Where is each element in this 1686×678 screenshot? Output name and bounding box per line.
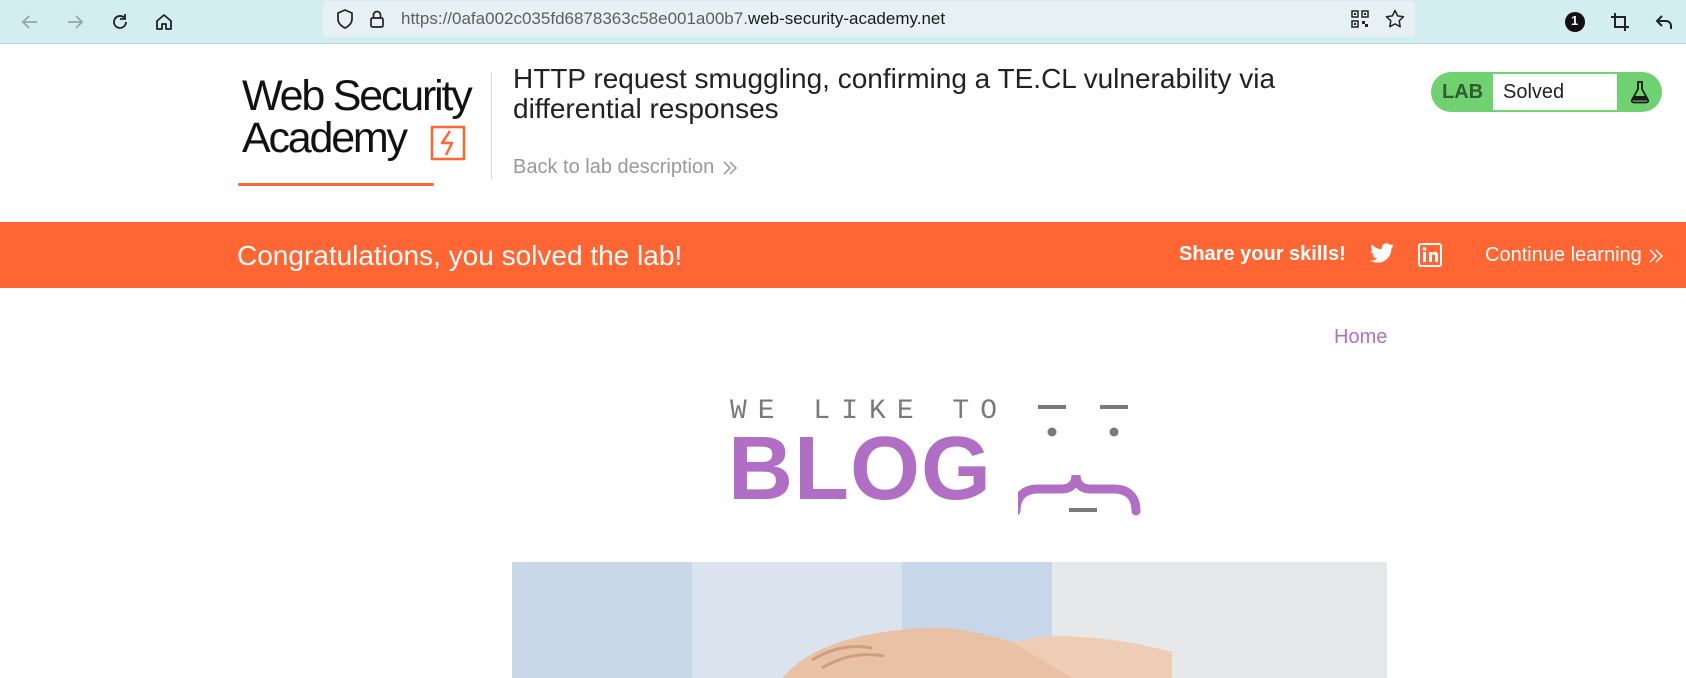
shield-icon[interactable] [334,8,356,30]
lock-icon[interactable] [366,8,388,30]
share-skills-label: Share your skills! [1179,243,1346,265]
lab-tag: LAB [1442,81,1484,103]
home-button[interactable] [149,7,179,37]
home-icon [156,14,172,30]
blog-title: BLOG [728,419,992,519]
logo-underline [238,183,434,186]
lab-title: HTTP request smuggling, confirming a TE.… [513,63,1276,124]
lab-header: Web Security Academy HTTP request smuggl… [0,44,1686,222]
lightning-box-icon [430,125,466,161]
back-button[interactable] [15,7,45,37]
url-domain: web-security-academy.net [747,9,946,28]
address-bar[interactable]: https://0afa002c035fd6878363c58e001a00b7… [323,1,1415,37]
forward-icon [68,15,84,29]
back-to-lab-description-link[interactable]: Back to lab description [513,156,738,179]
url-text[interactable]: https://0afa002c035fd6878363c58e001a00b7… [401,9,945,29]
linkedin-icon[interactable] [1418,243,1442,267]
crop-icon [1611,13,1629,31]
url-prefix: https://0afa002c035fd6878363c58e001a00b7… [401,9,748,28]
extension-badge-count: 1 [1571,13,1579,28]
lab-solved-banner: Congratulations, you solved the lab! Sha… [0,222,1686,288]
back-link-label: Back to lab description [513,156,715,178]
flask-icon [1627,79,1653,105]
blog-logo: WE LIKE TO BLOG [728,396,1168,516]
hero-photo [512,562,1387,678]
double-chevron-right-icon [1649,248,1663,263]
blog-hero-image [512,562,1387,678]
continue-learning-label: Continue learning [1485,244,1642,266]
lab-status-field: Solved [1493,74,1617,110]
reload-icon [113,14,127,29]
double-chevron-right-icon [723,160,738,175]
back-icon [21,15,37,29]
extension-button[interactable]: 1 [1560,7,1590,37]
blog-face-icon [1018,405,1141,516]
lab-status-badge: LAB Solved [1431,72,1662,112]
header-divider [491,72,492,180]
lab-status-text: Solved [1503,81,1565,103]
crop-button[interactable] [1605,7,1635,37]
twitter-icon[interactable] [1369,243,1395,267]
qr-code-icon[interactable] [1349,8,1371,30]
star-icon[interactable] [1384,8,1406,30]
undo-icon [1655,15,1672,29]
undo-button[interactable] [1649,7,1679,37]
web-security-academy-logo[interactable]: Web Security Academy [236,72,490,186]
reload-button[interactable] [105,7,135,37]
continue-learning-link[interactable]: Continue learning [1485,244,1664,267]
home-nav-link[interactable]: Home [1334,326,1387,349]
forward-button[interactable] [60,7,90,37]
congratulations-message: Congratulations, you solved the lab! [237,240,683,271]
logo-line2: Academy [242,114,408,162]
browser-toolbar: https://0afa002c035fd6878363c58e001a00b7… [0,0,1686,44]
